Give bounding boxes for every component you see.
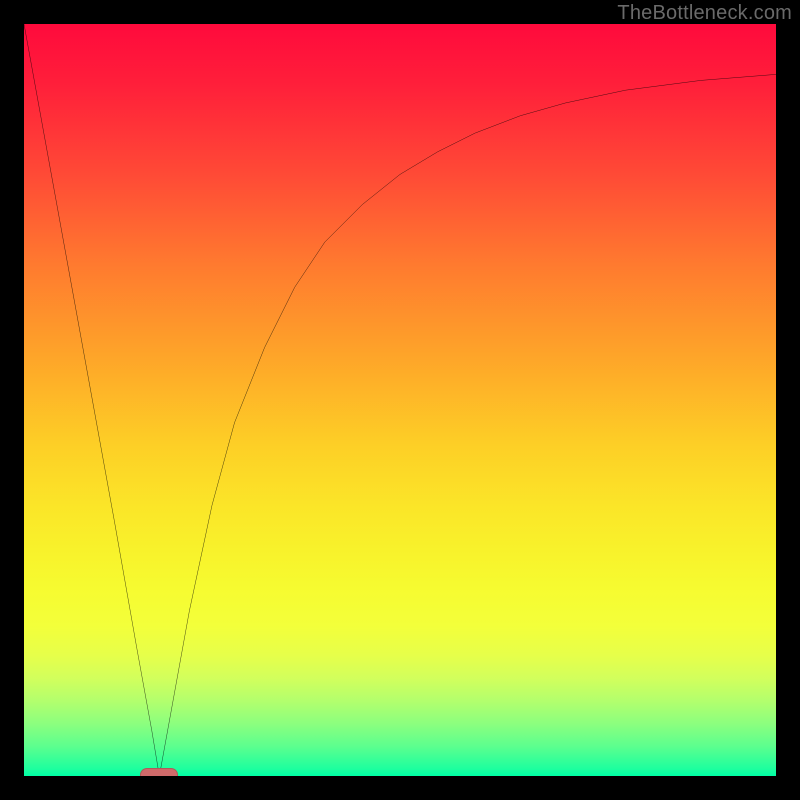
watermark-text: TheBottleneck.com xyxy=(617,2,792,25)
optimum-marker xyxy=(140,768,178,776)
curve-right-segment xyxy=(159,74,776,776)
curve-left-segment xyxy=(24,24,159,776)
curve-svg xyxy=(24,24,776,776)
chart-frame: TheBottleneck.com xyxy=(0,0,800,800)
plot-area xyxy=(24,24,776,776)
